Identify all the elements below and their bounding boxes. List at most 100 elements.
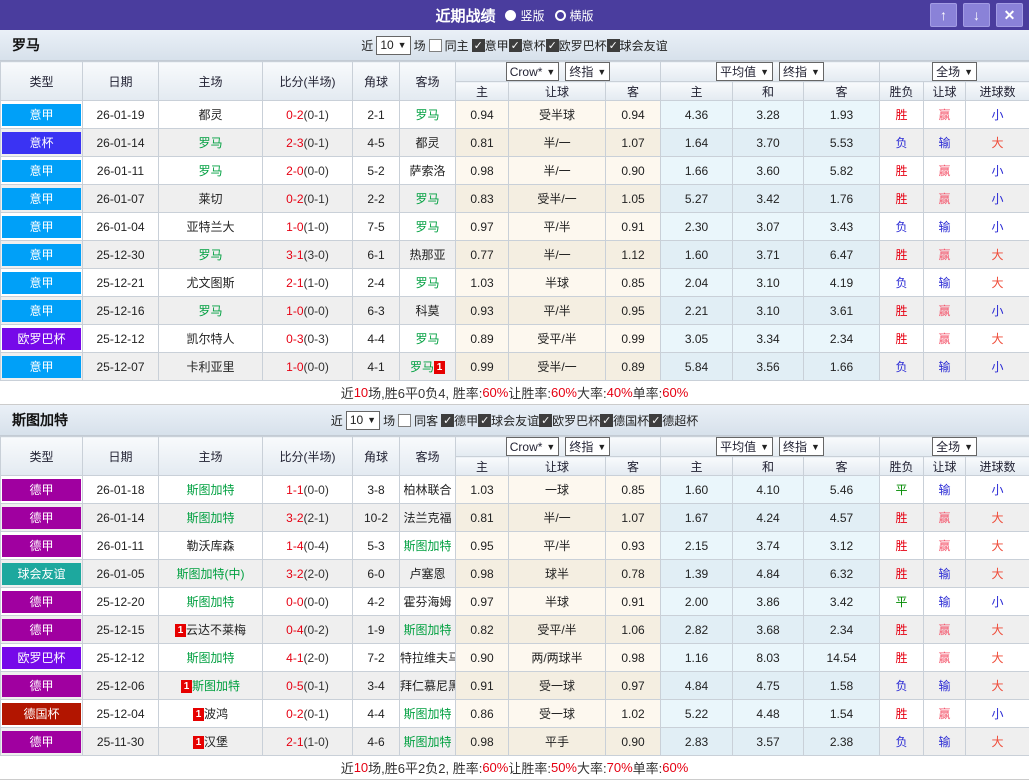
league-checkbox-球会友谊[interactable]	[478, 414, 491, 427]
league-type-cell: 意甲	[1, 241, 83, 269]
table-row: 球会友谊26-01-05斯图加特(中)3-2(2-0)6-0卢塞恩0.98球半0…	[1, 560, 1029, 588]
final-index-select[interactable]: 终指▼	[565, 437, 610, 456]
chevron-down-icon: ▼	[811, 442, 820, 452]
radio-label: 横版	[570, 7, 594, 24]
col-goals: 进球数	[966, 457, 1029, 476]
avg-home-odds: 4.84	[661, 672, 733, 700]
summary-line: 近10场,胜6平0负4, 胜率:60% 让胜率:60% 大率:40% 单率:60…	[0, 381, 1029, 405]
full-match-select[interactable]: 全场▼	[932, 437, 977, 456]
score-cell: 1-0(0-0)	[263, 353, 353, 381]
crow-away-odds: 0.93	[606, 532, 661, 560]
avg-draw-odds: 3.68	[733, 616, 804, 644]
goals-result-cell: 小	[966, 101, 1029, 129]
away-team-name: 卢塞恩	[409, 567, 445, 581]
league-checkbox-德甲[interactable]	[441, 414, 454, 427]
handicap-cell: 受半/一	[509, 185, 606, 213]
home-team-name: 波鸿	[204, 707, 228, 721]
avg-away-odds: 1.93	[804, 101, 880, 129]
fulltime-score: 3-2	[286, 511, 303, 525]
bookmaker-select[interactable]: Crow*▼	[506, 437, 560, 456]
avg-home-odds: 2.04	[661, 269, 733, 297]
recent-count-select[interactable]: 10▼	[346, 411, 380, 430]
crow-home-odds: 0.95	[456, 532, 509, 560]
league-checkbox-德超杯[interactable]	[649, 414, 662, 427]
league-checkbox-意甲[interactable]	[472, 39, 485, 52]
league-checkbox-意杯[interactable]	[509, 39, 522, 52]
layout-radio-horizontal[interactable]: 横版	[555, 7, 594, 24]
final-index-select[interactable]: 终指▼	[565, 62, 610, 81]
final-index-select[interactable]: 终指▼	[779, 62, 824, 81]
league-checkbox-欧罗巴杯[interactable]	[546, 39, 559, 52]
crow-home-odds: 0.81	[456, 504, 509, 532]
col-score: 比分(半场)	[263, 437, 353, 476]
away-team-cell: 斯图加特	[400, 728, 456, 756]
league-checkbox-欧罗巴杯[interactable]	[539, 414, 552, 427]
date-cell: 25-12-30	[83, 241, 159, 269]
handicap-result-cell: 输	[924, 269, 966, 297]
goals-result-cell: 大	[966, 560, 1029, 588]
filter-bar: 近 10▼ 场 同主 意甲意杯欧罗巴杯球会友谊	[0, 36, 1029, 55]
col-avg-away: 客	[804, 457, 880, 476]
halftime-score: (0-0)	[304, 304, 329, 318]
crow-away-odds: 0.85	[606, 269, 661, 297]
bookmaker-select[interactable]: Crow*▼	[506, 62, 560, 81]
fulltime-score: 0-2	[286, 707, 303, 721]
home-team-cell: 都灵	[159, 101, 263, 129]
fulltime-score: 0-4	[286, 623, 303, 637]
league-checkbox-德国杯[interactable]	[600, 414, 613, 427]
league-checkbox-球会友谊[interactable]	[607, 39, 620, 52]
result-cell: 胜	[880, 157, 924, 185]
result-cell: 负	[880, 213, 924, 241]
scroll-up-button[interactable]: ↑	[930, 3, 957, 27]
average-select[interactable]: 平均值▼	[716, 437, 773, 456]
avg-draw-odds: 4.10	[733, 476, 804, 504]
home-team-name: 尤文图斯	[186, 276, 234, 290]
league-type-badge: 德甲	[2, 591, 81, 613]
date-cell: 26-01-11	[83, 157, 159, 185]
layout-radio-vertical[interactable]: 竖版	[505, 7, 544, 24]
avg-home-odds: 1.64	[661, 129, 733, 157]
summary-text: 单率:	[633, 383, 663, 402]
close-button[interactable]: ✕	[996, 3, 1023, 27]
crow-away-odds: 0.91	[606, 588, 661, 616]
col-corner: 角球	[353, 62, 400, 101]
home-team-cell: 凯尔特人	[159, 325, 263, 353]
home-team-name: 罗马	[198, 164, 222, 178]
halftime-score: (3-0)	[304, 248, 329, 262]
home-team-cell: 罗马	[159, 241, 263, 269]
league-type-badge: 德甲	[2, 507, 81, 529]
fulltime-score: 2-0	[286, 164, 303, 178]
goals-result-cell: 大	[966, 241, 1029, 269]
score-cell: 2-1(1-0)	[263, 728, 353, 756]
league-type-cell: 德甲	[1, 588, 83, 616]
away-team-name: 热那亚	[409, 248, 445, 262]
full-match-select[interactable]: 全场▼	[932, 62, 977, 81]
same-venue-checkbox[interactable]	[398, 414, 411, 427]
scroll-down-button[interactable]: ↓	[963, 3, 990, 27]
halftime-score: (2-1)	[304, 511, 329, 525]
same-venue-checkbox[interactable]	[429, 39, 442, 52]
avg-draw-odds: 3.86	[733, 588, 804, 616]
date-cell: 26-01-14	[83, 504, 159, 532]
avg-home-odds: 1.66	[661, 157, 733, 185]
handicap-cell: 平/半	[509, 532, 606, 560]
away-team-cell: 罗马	[400, 101, 456, 129]
recent-count-select[interactable]: 10▼	[376, 36, 410, 55]
col-crow-away: 客	[606, 82, 661, 101]
table-row: 欧罗巴杯25-12-12凯尔特人0-3(0-3)4-4罗马0.89受平/半0.9…	[1, 325, 1029, 353]
corner-cell: 4-2	[353, 588, 400, 616]
table-row: 德国杯25-12-041波鸿0-2(0-1)4-4斯图加特0.86受一球1.02…	[1, 700, 1029, 728]
avg-draw-odds: 3.10	[733, 297, 804, 325]
score-cell: 1-0(1-0)	[263, 213, 353, 241]
score-cell: 2-3(0-1)	[263, 129, 353, 157]
final-index-select[interactable]: 终指▼	[779, 437, 824, 456]
home-team-name: 罗马	[198, 136, 222, 150]
col-avg-home: 主	[661, 82, 733, 101]
league-checkbox-label: 德国杯	[613, 412, 649, 429]
crow-home-odds: 0.89	[456, 325, 509, 353]
average-select[interactable]: 平均值▼	[716, 62, 773, 81]
away-team-name: 斯图加特	[403, 539, 451, 553]
avg-draw-odds: 3.34	[733, 325, 804, 353]
fulltime-score: 0-5	[286, 679, 303, 693]
crow-home-odds: 0.94	[456, 101, 509, 129]
